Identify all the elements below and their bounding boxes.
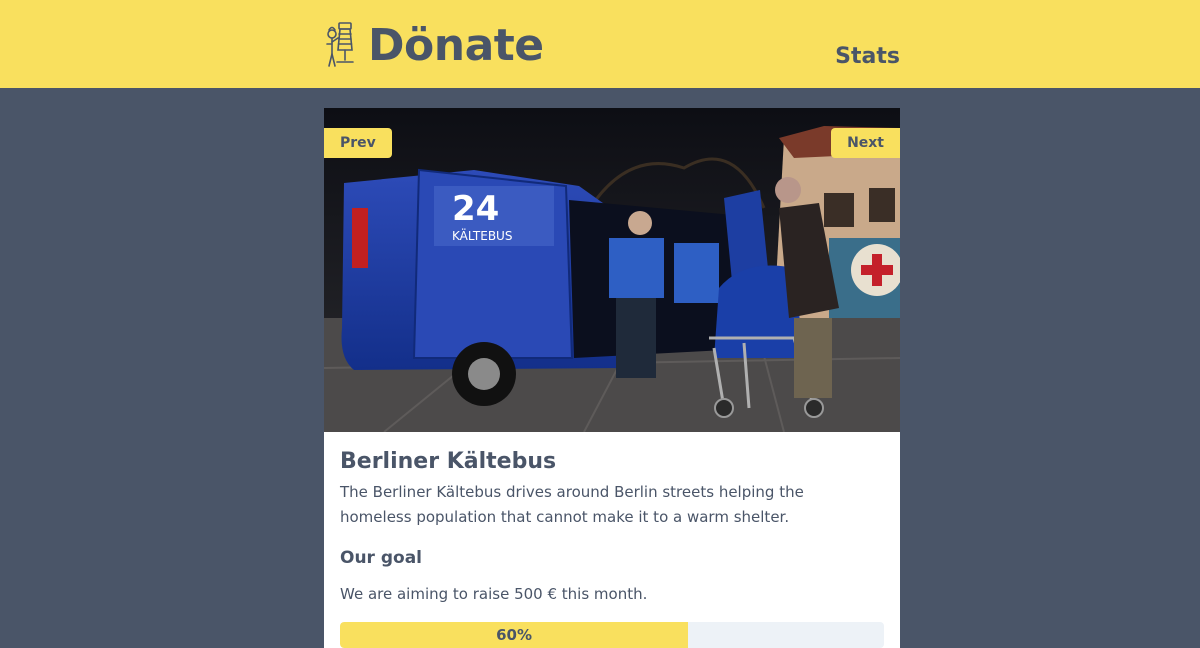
header-inner: Dönate Stats [324,0,900,88]
project-content: Berliner Kältebus The Berliner Kältebus … [324,432,900,648]
progress-bar: 60% [340,622,884,648]
project-title: Berliner Kältebus [340,449,557,474]
doner-chef-icon [326,22,354,67]
svg-text:24: 24 [452,189,499,229]
logo[interactable]: Dönate [324,18,544,74]
kaeltebus-photo-image: 24 KÄLTEBUS [324,108,900,432]
project-photo: 24 KÄLTEBUS Prev Next [324,108,900,432]
prev-button[interactable]: Prev [324,128,392,158]
project-card: 24 KÄLTEBUS Prev Next Berliner Kältebus … [324,108,900,648]
goal-heading: Our goal [340,548,423,568]
goal-text: We are aiming to raise 500 € this month. [340,585,648,603]
svg-text:KÄLTEBUS: KÄLTEBUS [452,228,512,243]
logo-text: Dönate [368,20,544,71]
project-description: The Berliner Kältebus drives around Berl… [340,483,804,526]
next-button[interactable]: Next [831,128,900,158]
header-bar: Dönate Stats [0,0,1200,88]
progress-label: 60% [496,626,533,644]
stats-link[interactable]: Stats [835,44,900,69]
